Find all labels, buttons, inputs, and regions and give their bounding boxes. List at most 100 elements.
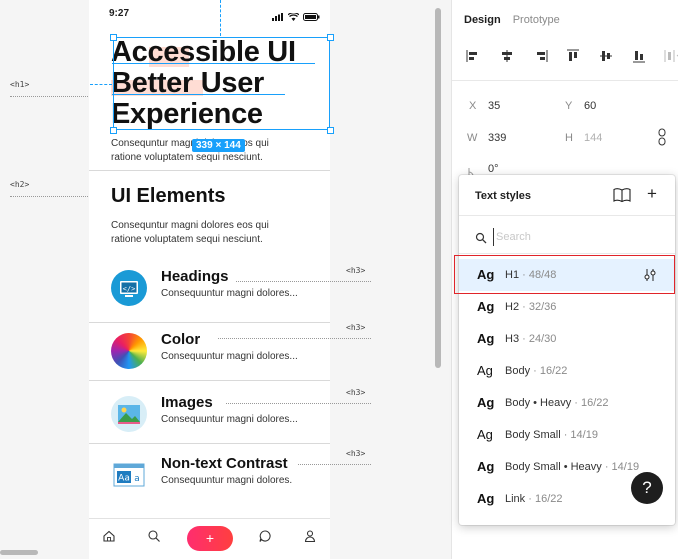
annotation-h3-line <box>218 338 371 339</box>
home-icon[interactable] <box>102 529 118 545</box>
body-line: Consequntur magni dolores eos qui <box>111 220 269 231</box>
app-root: <h1> <h2> 9:27 Accessible UI Better User… <box>0 0 678 559</box>
resize-handle[interactable] <box>327 127 334 134</box>
search-icon[interactable] <box>147 529 163 545</box>
divider <box>89 443 330 444</box>
list-item-non-text-contrast[interactable]: Aa a Non-text Contrast Consequuntur magni… <box>89 445 330 503</box>
chat-icon[interactable] <box>258 529 274 545</box>
help-button[interactable]: ? <box>631 472 663 504</box>
horizontal-scrollbar[interactable] <box>0 550 38 555</box>
design-canvas[interactable]: <h1> <h2> 9:27 Accessible UI Better User… <box>0 0 446 559</box>
y-label: Y <box>565 100 573 112</box>
style-preview: Ag <box>477 331 495 346</box>
style-size: · 16/22 <box>525 493 563 505</box>
style-size: · 16/22 <box>571 397 609 409</box>
align-vertical-center-icon[interactable] <box>596 48 616 64</box>
resize-handle[interactable] <box>110 127 117 134</box>
list-item-subtitle: Consequuntur magni dolores. <box>161 475 293 486</box>
library-book-icon[interactable] <box>613 187 631 203</box>
style-preview: Ag <box>477 395 495 410</box>
annotation-h3-line <box>236 281 371 282</box>
align-left-icon[interactable] <box>464 48 484 64</box>
style-size: · 14/19 <box>560 429 598 441</box>
h2-body-text: Consequntur magni dolores eos qui ration… <box>111 219 316 247</box>
list-item-subtitle: Consequuntur magni dolores... <box>161 288 298 299</box>
battery-icon <box>303 8 320 26</box>
selection-box[interactable] <box>113 37 330 130</box>
annotation-h2: <h2> <box>10 180 30 189</box>
constrain-proportions-icon[interactable] <box>657 128 667 151</box>
style-name: H2 · 32/36 <box>505 301 556 313</box>
annotation-h3-line <box>226 403 371 404</box>
rotation-field[interactable]: 0° <box>488 163 499 175</box>
add-button[interactable]: + <box>187 526 233 551</box>
annotation-h3: <h3> <box>346 323 366 332</box>
x-label: X <box>469 100 477 112</box>
image-icon <box>111 396 147 432</box>
style-label: Body • Heavy <box>505 397 572 409</box>
style-name: Body · 16/22 <box>505 365 567 377</box>
vertical-scrollbar[interactable] <box>435 8 441 368</box>
svg-text:a: a <box>134 474 140 484</box>
list-item-title: Headings <box>161 268 229 285</box>
style-size: · 16/22 <box>530 365 568 377</box>
list-item-color[interactable]: Color Consequuntur magni dolores... <box>89 321 330 379</box>
annotation-h1: <h1> <box>10 80 30 89</box>
popup-divider <box>459 215 675 216</box>
profile-icon[interactable] <box>303 529 319 545</box>
text-style-body-small[interactable]: Ag Body Small · 14/19 <box>459 419 675 451</box>
resize-handle[interactable] <box>110 34 117 41</box>
highlight-box <box>454 255 675 294</box>
tab-design[interactable]: Design <box>464 14 501 26</box>
list-item-images[interactable]: Images Consequuntur magni dolores... <box>89 384 330 442</box>
annotation-h3: <h3> <box>346 388 366 397</box>
w-label: W <box>467 132 478 144</box>
divider <box>89 380 330 381</box>
list-item-title: Images <box>161 394 213 411</box>
style-name: Body Small · 14/19 <box>505 429 598 441</box>
align-right-icon[interactable] <box>530 48 550 64</box>
style-name: Body Small • Heavy · 14/19 <box>505 461 639 473</box>
style-preview: Ag <box>477 427 493 442</box>
style-name: Link · 16/22 <box>505 493 563 505</box>
width-field[interactable]: 339 <box>488 132 506 144</box>
style-preview: Ag <box>477 491 495 506</box>
text-style-h3[interactable]: Ag H3 · 24/30 <box>459 323 675 355</box>
style-label: H3 <box>505 333 520 345</box>
bottom-tab-bar: + <box>89 518 330 559</box>
resize-handle[interactable] <box>327 34 334 41</box>
popup-divider <box>459 253 675 254</box>
text-style-body[interactable]: Ag Body · 16/22 <box>459 355 675 387</box>
status-bar: 9:27 <box>89 0 330 28</box>
text-style-body-heavy[interactable]: Ag Body • Heavy · 16/22 <box>459 387 675 419</box>
height-field[interactable]: 144 <box>584 132 602 144</box>
size-badge: 339 × 144 <box>192 139 245 152</box>
tab-prototype[interactable]: Prototype <box>513 14 560 26</box>
color-wheel-icon <box>111 333 147 369</box>
list-item-headings[interactable]: </> Headings Consequuntur magni dolores.… <box>89 258 330 316</box>
signal-icon <box>272 8 284 26</box>
style-search-input[interactable] <box>493 228 653 246</box>
heading-h2[interactable]: UI Elements <box>111 185 225 208</box>
align-bottom-icon[interactable] <box>629 48 649 64</box>
list-item-title: Non-text Contrast <box>161 455 288 472</box>
style-label: H2 <box>505 301 520 313</box>
svg-text:</>: </> <box>123 285 136 293</box>
body-line: ratione voluptatem sequi nesciunt. <box>111 152 263 163</box>
text-style-h2[interactable]: Ag H2 · 32/36 <box>459 291 675 323</box>
panel-tabs: Design Prototype <box>464 14 560 26</box>
y-field[interactable]: 60 <box>584 100 596 112</box>
distribute-icon[interactable] <box>662 48 678 64</box>
x-field[interactable]: 35 <box>488 100 500 112</box>
wifi-icon <box>287 8 300 26</box>
status-time: 9:27 <box>109 8 130 19</box>
align-horizontal-center-icon[interactable] <box>497 48 517 64</box>
guide-line <box>220 0 221 36</box>
style-name: H3 · 24/30 <box>505 333 556 345</box>
style-preview: Ag <box>477 459 495 474</box>
panel-divider <box>452 80 678 81</box>
list-item-title: Color <box>161 331 201 348</box>
align-top-icon[interactable] <box>563 48 583 64</box>
annotation-h3-line <box>298 464 371 465</box>
add-style-button[interactable]: + <box>647 184 657 204</box>
